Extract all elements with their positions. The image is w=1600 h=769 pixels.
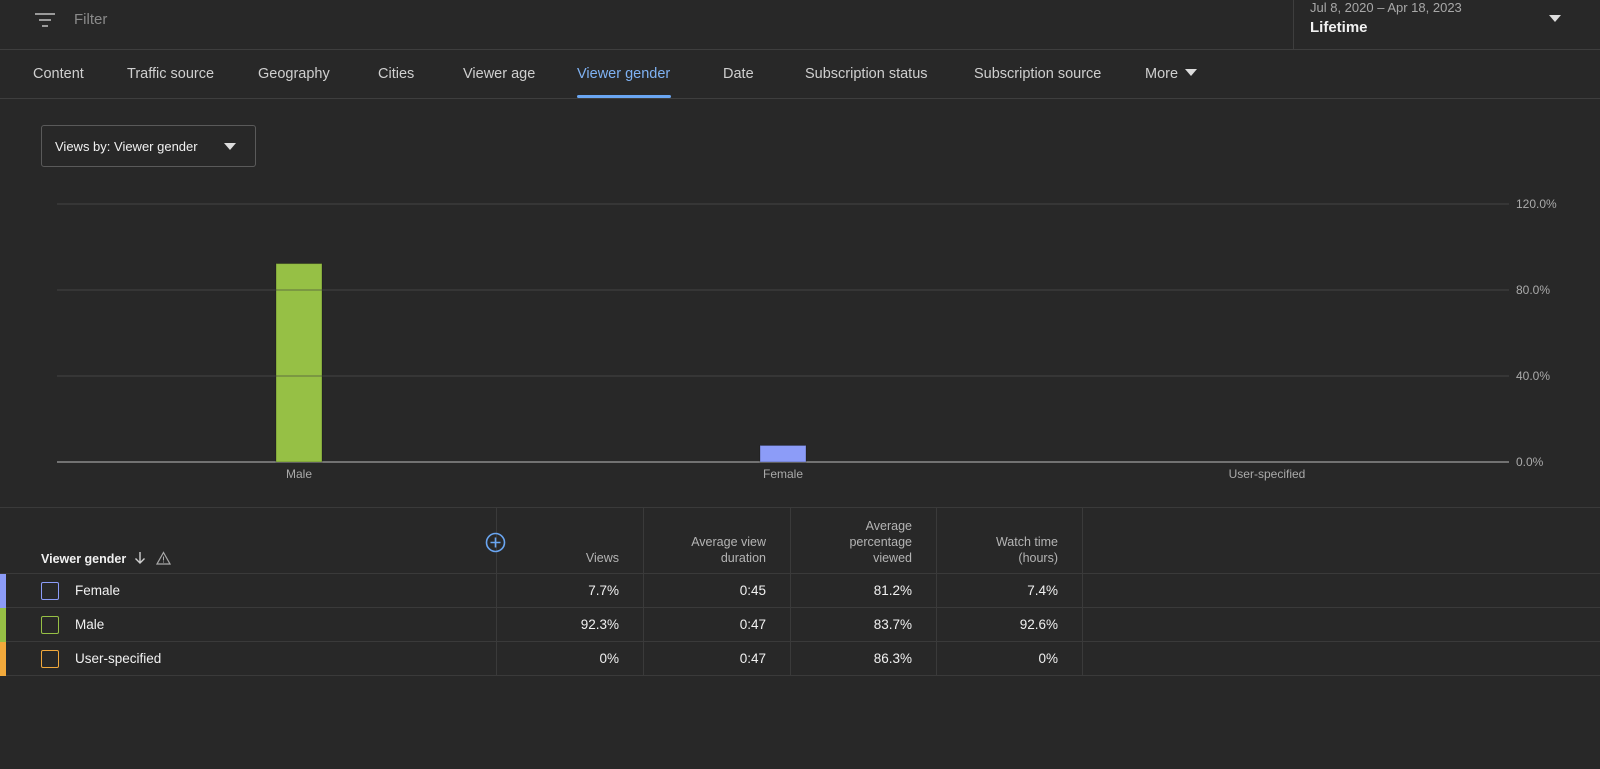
watch-time-cell: 7.4%: [936, 574, 1082, 608]
avg-percentage-viewed-header-label: Average percentage viewed: [849, 519, 912, 565]
x-tick-label: Male: [286, 467, 312, 481]
views-column-header[interactable]: Views: [496, 508, 643, 575]
row-color-bar: [0, 642, 6, 676]
tab-more-label: More: [1145, 66, 1179, 82]
tab-traffic-source[interactable]: Traffic source: [127, 66, 214, 82]
chevron-down-icon: [224, 143, 236, 150]
table-header: Viewer gender Views Average view duratio…: [0, 507, 1600, 575]
date-range-text: Jul 8, 2020 – Apr 18, 2023: [1310, 0, 1462, 15]
views-cell: 92.3%: [496, 608, 643, 642]
metric-dropdown[interactable]: Views by: Viewer gender: [41, 125, 256, 167]
sort-down-arrow-icon[interactable]: [133, 551, 147, 565]
watch-time-cell: 0%: [936, 642, 1082, 676]
chevron-down-icon: [1185, 69, 1198, 76]
tab-cities[interactable]: Cities: [378, 66, 414, 82]
tab-subscription-status[interactable]: Subscription status: [805, 66, 928, 82]
y-tick-label: 80.0%: [1516, 283, 1550, 297]
avg-percentage-viewed-column-header[interactable]: Average percentage viewed: [790, 508, 936, 575]
tab-viewer-gender[interactable]: Viewer gender: [577, 66, 670, 82]
views-cell: 0%: [496, 642, 643, 676]
watch-time-header-label: Watch time (hours): [995, 535, 1058, 565]
bar: [275, 263, 323, 463]
dimension-tabs: Content Traffic source Geography Cities …: [0, 51, 1600, 99]
column-divider: [1082, 608, 1083, 642]
views-header-label: Views: [585, 551, 619, 565]
avg-view-duration-cell: 0:45: [643, 574, 790, 608]
row-checkbox[interactable]: [41, 616, 59, 634]
table-row: Male 92.3% 0:47 83.7% 92.6%: [0, 608, 1600, 642]
metric-dropdown-label: Views by: Viewer gender: [55, 139, 198, 154]
views-cell: 7.7%: [496, 574, 643, 608]
row-checkbox[interactable]: [41, 650, 59, 668]
watch-time-cell: 92.6%: [936, 608, 1082, 642]
dimension-column-header[interactable]: Viewer gender: [41, 552, 126, 566]
active-tab-indicator: [577, 95, 671, 98]
tab-viewer-age[interactable]: Viewer age: [463, 66, 535, 82]
tab-geography[interactable]: Geography: [258, 66, 330, 82]
row-label: Male: [75, 617, 105, 632]
date-preset-label: Lifetime: [1310, 19, 1368, 36]
column-divider: [1082, 642, 1083, 676]
row-color-bar: [0, 608, 6, 642]
avg-percentage-viewed-cell: 86.3%: [790, 642, 936, 676]
row-label: User-specified: [75, 651, 162, 666]
tab-more[interactable]: More: [1145, 66, 1198, 82]
filter-input[interactable]: Filter: [74, 11, 107, 28]
chevron-down-icon: [1549, 15, 1561, 22]
column-divider: [1082, 508, 1083, 575]
avg-view-duration-column-header[interactable]: Average view duration: [643, 508, 790, 575]
y-tick-label: 40.0%: [1516, 369, 1550, 383]
x-tick-label: Female: [763, 467, 803, 481]
date-range-picker[interactable]: Jul 8, 2020 – Apr 18, 2023 Lifetime: [1293, 0, 1600, 50]
avg-view-duration-cell: 0:47: [643, 608, 790, 642]
viewer-gender-bar-chart: 0.0% 40.0% 80.0% 120.0% Male Female User-speci…: [57, 197, 1557, 481]
warning-icon[interactable]: [156, 551, 171, 565]
y-tick-label: 120.0%: [1516, 197, 1557, 211]
row-checkbox[interactable]: [41, 582, 59, 600]
filter-icon[interactable]: [34, 10, 56, 30]
row-color-bar: [0, 574, 6, 608]
tab-content[interactable]: Content: [33, 66, 84, 82]
avg-view-duration-cell: 0:47: [643, 642, 790, 676]
tab-date[interactable]: Date: [723, 66, 754, 82]
row-label: Female: [75, 583, 121, 598]
watch-time-column-header[interactable]: Watch time (hours): [936, 508, 1082, 575]
avg-percentage-viewed-cell: 81.2%: [790, 574, 936, 608]
tab-subscription-source[interactable]: Subscription source: [974, 66, 1101, 82]
bar: [759, 444, 807, 463]
avg-view-duration-header-label: Average view duration: [691, 535, 766, 565]
table-row: Female 7.7% 0:45 81.2% 7.4%: [0, 574, 1600, 608]
avg-percentage-viewed-cell: 83.7%: [790, 608, 936, 642]
table-row: User-specified 0% 0:47 86.3% 0%: [0, 642, 1600, 676]
filter-bar: Filter Jul 8, 2020 – Apr 18, 2023 Lifeti…: [0, 0, 1600, 50]
y-tick-label: 0.0%: [1516, 455, 1544, 469]
column-divider: [1082, 574, 1083, 608]
x-tick-label: User-specified: [1229, 467, 1306, 481]
